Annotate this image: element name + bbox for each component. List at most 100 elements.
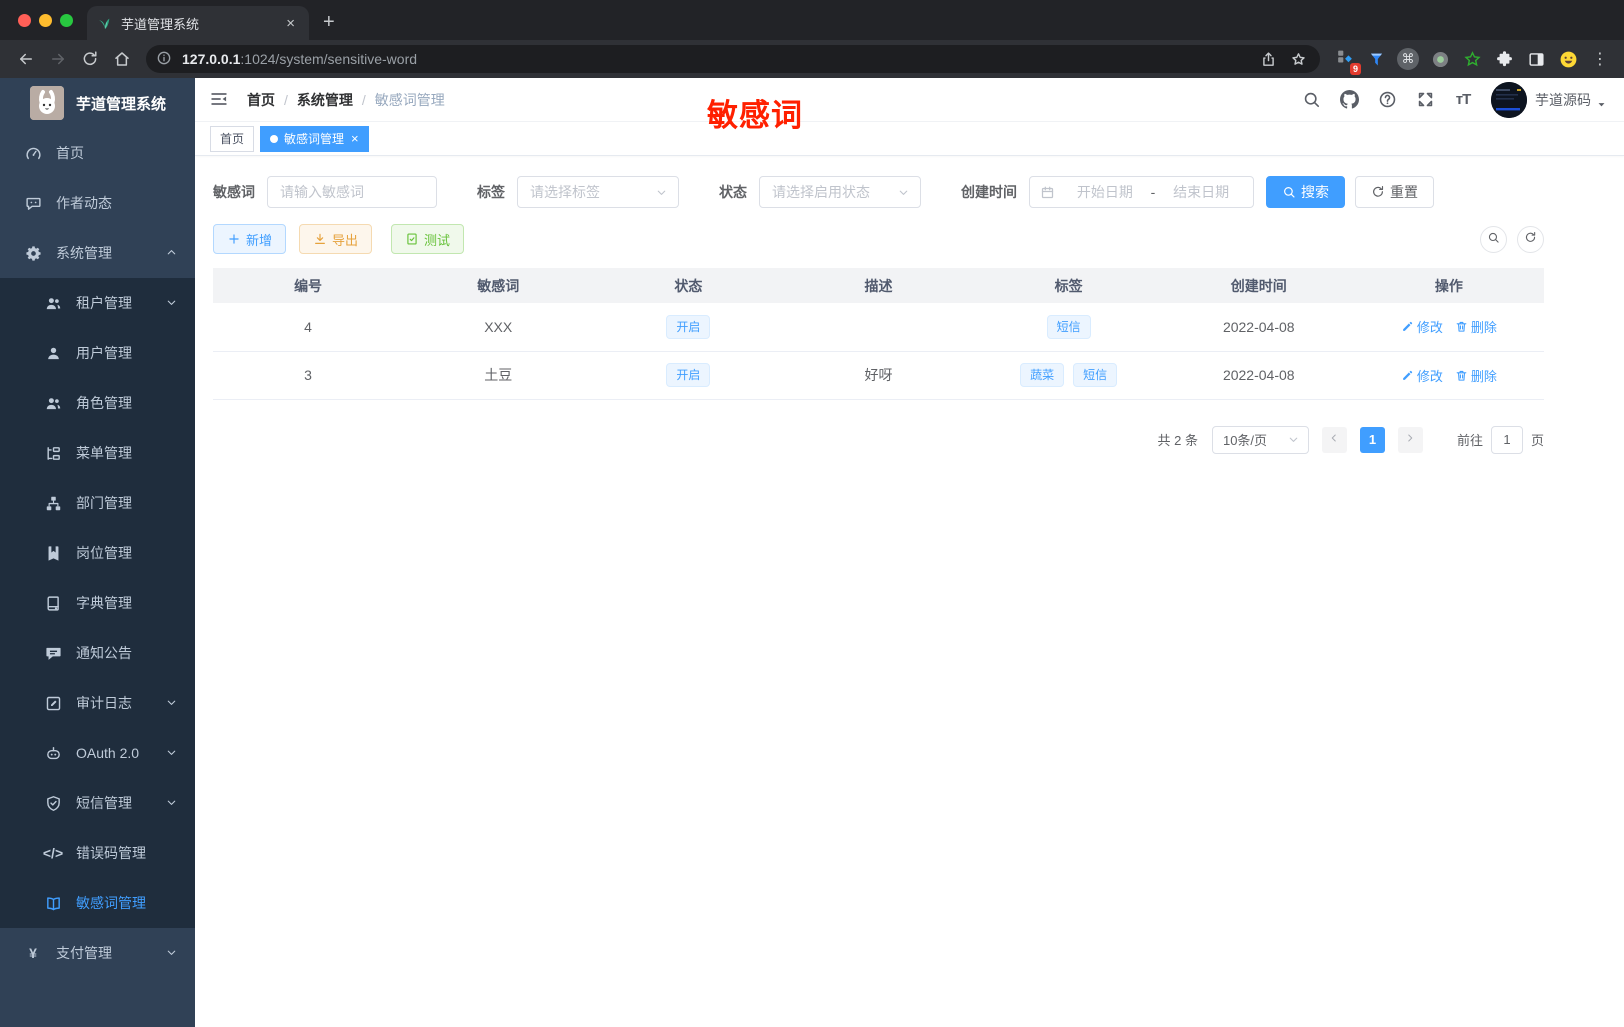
edit-button[interactable]: 修改 [1401, 366, 1443, 385]
date-start-placeholder[interactable]: 开始日期 [1063, 182, 1147, 202]
tag-badge: 短信 [1046, 314, 1091, 339]
cell-actions: 修改 删除 [1353, 351, 1544, 400]
sidebar-item[interactable]: ¥ 支付管理 [0, 928, 195, 978]
close-window-button[interactable] [18, 13, 31, 27]
tag-tab[interactable]: 敏感词管理 × [260, 125, 369, 152]
help-icon[interactable] [1375, 88, 1399, 112]
page-size-select[interactable]: 10条/页 [1211, 425, 1309, 454]
test-button[interactable]: 测试 [391, 224, 465, 254]
sidebar-item[interactable]: 部门管理 [0, 478, 195, 528]
fullscreen-icon[interactable] [1413, 88, 1437, 112]
sidebar-item-label: 作者动态 [56, 195, 112, 211]
command-extension-icon[interactable]: ⌘ [1395, 46, 1421, 72]
star-extension-icon[interactable] [1459, 46, 1485, 72]
delete-button[interactable]: 删除 [1455, 317, 1497, 336]
sidebar-item[interactable]: 用户管理 [0, 328, 195, 378]
sidebar-item[interactable]: OAuth 2.0 [0, 728, 195, 778]
minimize-window-button[interactable] [39, 13, 52, 27]
username[interactable]: 芋道源码 [1535, 90, 1591, 110]
keyword-input[interactable] [280, 184, 424, 200]
sidebar-item-label: 审计日志 [76, 695, 132, 711]
grid-extension-icon[interactable]: 9 [1331, 46, 1361, 75]
record-extension-icon[interactable] [1427, 46, 1453, 72]
cell-status: 开启 [593, 303, 784, 352]
notice-icon [44, 644, 62, 662]
sidebar-item[interactable]: 审计日志 [0, 678, 195, 728]
sidebar-item[interactable]: 系统管理 [0, 228, 195, 278]
breadcrumb-item[interactable]: 首页 [247, 90, 275, 110]
date-end-placeholder[interactable]: 结束日期 [1159, 182, 1243, 202]
prev-page-button[interactable] [1321, 426, 1347, 453]
tag-select[interactable]: 请选择标签 [517, 176, 679, 208]
app-title: 芋道管理系统 [76, 95, 167, 113]
breadcrumb-item[interactable]: 系统管理 [297, 90, 353, 110]
funnel-extension-icon[interactable] [1363, 46, 1389, 72]
back-icon[interactable] [12, 45, 40, 73]
toggle-search-button[interactable] [1480, 225, 1507, 253]
refresh-icon [1371, 185, 1385, 199]
cell-created: 2022-04-08 [1163, 303, 1354, 352]
font-size-icon[interactable]: тT [1451, 88, 1475, 112]
new-tab-button[interactable]: + [309, 11, 349, 40]
sidebar-item[interactable]: 角色管理 [0, 378, 195, 428]
date-range-picker[interactable]: 开始日期 - 结束日期 [1029, 176, 1254, 208]
app-logo[interactable]: 芋道管理系统 [0, 78, 195, 128]
share-icon[interactable] [1256, 47, 1280, 71]
search-icon[interactable] [1299, 88, 1323, 112]
delete-button[interactable]: 删除 [1455, 366, 1497, 385]
close-icon[interactable]: × [351, 132, 359, 145]
chevron-down-icon [165, 746, 179, 760]
column-header: 标签 [973, 268, 1164, 303]
bookmark-star-icon[interactable] [1286, 47, 1310, 71]
side-panel-icon[interactable] [1523, 46, 1549, 72]
tag-tab[interactable]: 首页 [210, 125, 255, 152]
browser-toolbar: 127.0.0.1 :1024/system/sensitive-word 9 … [0, 40, 1624, 78]
chat-icon [24, 194, 42, 212]
site-info-icon[interactable] [156, 50, 174, 68]
page-1-button[interactable]: 1 [1359, 426, 1385, 453]
export-button-label: 导出 [332, 232, 359, 248]
dict-icon [44, 594, 62, 612]
logo-rabbit-image [30, 86, 64, 120]
edit-button[interactable]: 修改 [1401, 317, 1443, 336]
home-icon[interactable] [108, 45, 136, 73]
sidebar-item[interactable]: 首页 [0, 128, 195, 178]
chevron-down-icon[interactable] [1596, 97, 1608, 109]
next-page-button[interactable] [1397, 426, 1423, 453]
search-icon [1487, 231, 1500, 247]
keyword-input-wrap [267, 176, 437, 208]
sidebar-item[interactable]: 菜单管理 [0, 428, 195, 478]
tab-close-icon[interactable]: × [282, 15, 299, 32]
forward-icon[interactable] [44, 45, 72, 73]
reload-icon[interactable] [76, 45, 104, 73]
sidebar-item[interactable]: 字典管理 [0, 578, 195, 628]
search-button[interactable]: 搜索 [1266, 176, 1345, 208]
sidebar-item[interactable]: 作者动态 [0, 178, 195, 228]
sidebar-item[interactable]: 短信管理 [0, 778, 195, 828]
export-button[interactable]: 导出 [299, 224, 373, 254]
user-avatar[interactable] [1491, 81, 1527, 118]
address-bar[interactable]: 127.0.0.1 :1024/system/sensitive-word [146, 45, 1320, 73]
zoom-window-button[interactable] [60, 13, 73, 27]
add-button[interactable]: 新增 [213, 224, 287, 254]
sidebar-item[interactable]: </> 错误码管理 [0, 828, 195, 878]
sidebar-item[interactable]: 岗位管理 [0, 528, 195, 578]
reset-button[interactable]: 重置 [1355, 176, 1434, 208]
status-select[interactable]: 请选择启用状态 [759, 176, 921, 208]
github-icon[interactable] [1337, 88, 1361, 112]
sidebar-item[interactable]: 租户管理 [0, 278, 195, 328]
sidebar-item[interactable]: 敏感词管理 [0, 878, 195, 928]
goto-page-input[interactable] [1490, 425, 1523, 454]
puzzle-extensions-icon[interactable] [1491, 46, 1517, 72]
sidebar-item-label: 支付管理 [56, 945, 112, 961]
page-unit-label: 页 [1530, 433, 1544, 448]
sidebar-item-label: OAuth 2.0 [76, 745, 140, 761]
browser-menu-icon[interactable]: ⋮ [1584, 49, 1614, 69]
browser-tab[interactable]: 芋道管理系统 × [87, 6, 309, 40]
tag-tab-label: 敏感词管理 [284, 132, 345, 146]
collapse-sidebar-icon[interactable] [209, 89, 231, 111]
tags-view: 首页 敏感词管理 × [195, 122, 1624, 156]
sidebar-item[interactable]: 通知公告 [0, 628, 195, 678]
refresh-table-button[interactable] [1517, 225, 1544, 253]
profile-avatar-icon[interactable] [1555, 46, 1581, 72]
